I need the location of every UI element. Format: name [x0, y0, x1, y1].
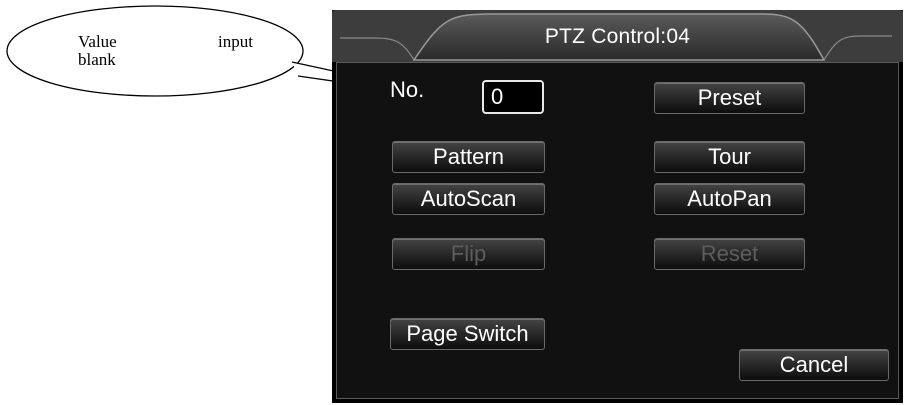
callout-word-input: input	[218, 32, 253, 51]
number-label: No.	[390, 78, 425, 102]
tour-button[interactable]: Tour	[654, 141, 805, 173]
callout-word-blank: blank	[78, 50, 116, 69]
dialog-title: PTZ Control:04	[544, 25, 691, 48]
callout-word-value: Value	[78, 32, 117, 51]
callout-text: Value input blank	[78, 33, 253, 69]
preset-button[interactable]: Preset	[654, 82, 805, 114]
cancel-button[interactable]: Cancel	[739, 349, 889, 381]
reset-button: Reset	[654, 238, 805, 270]
flip-button: Flip	[392, 238, 545, 270]
page-switch-button[interactable]: Page Switch	[390, 318, 545, 350]
autoscan-button[interactable]: AutoScan	[392, 183, 545, 215]
number-input[interactable]	[482, 80, 544, 114]
pattern-button[interactable]: Pattern	[392, 141, 545, 173]
autopan-button[interactable]: AutoPan	[654, 183, 805, 215]
dialog-titlebar: PTZ Control:04	[332, 10, 903, 62]
